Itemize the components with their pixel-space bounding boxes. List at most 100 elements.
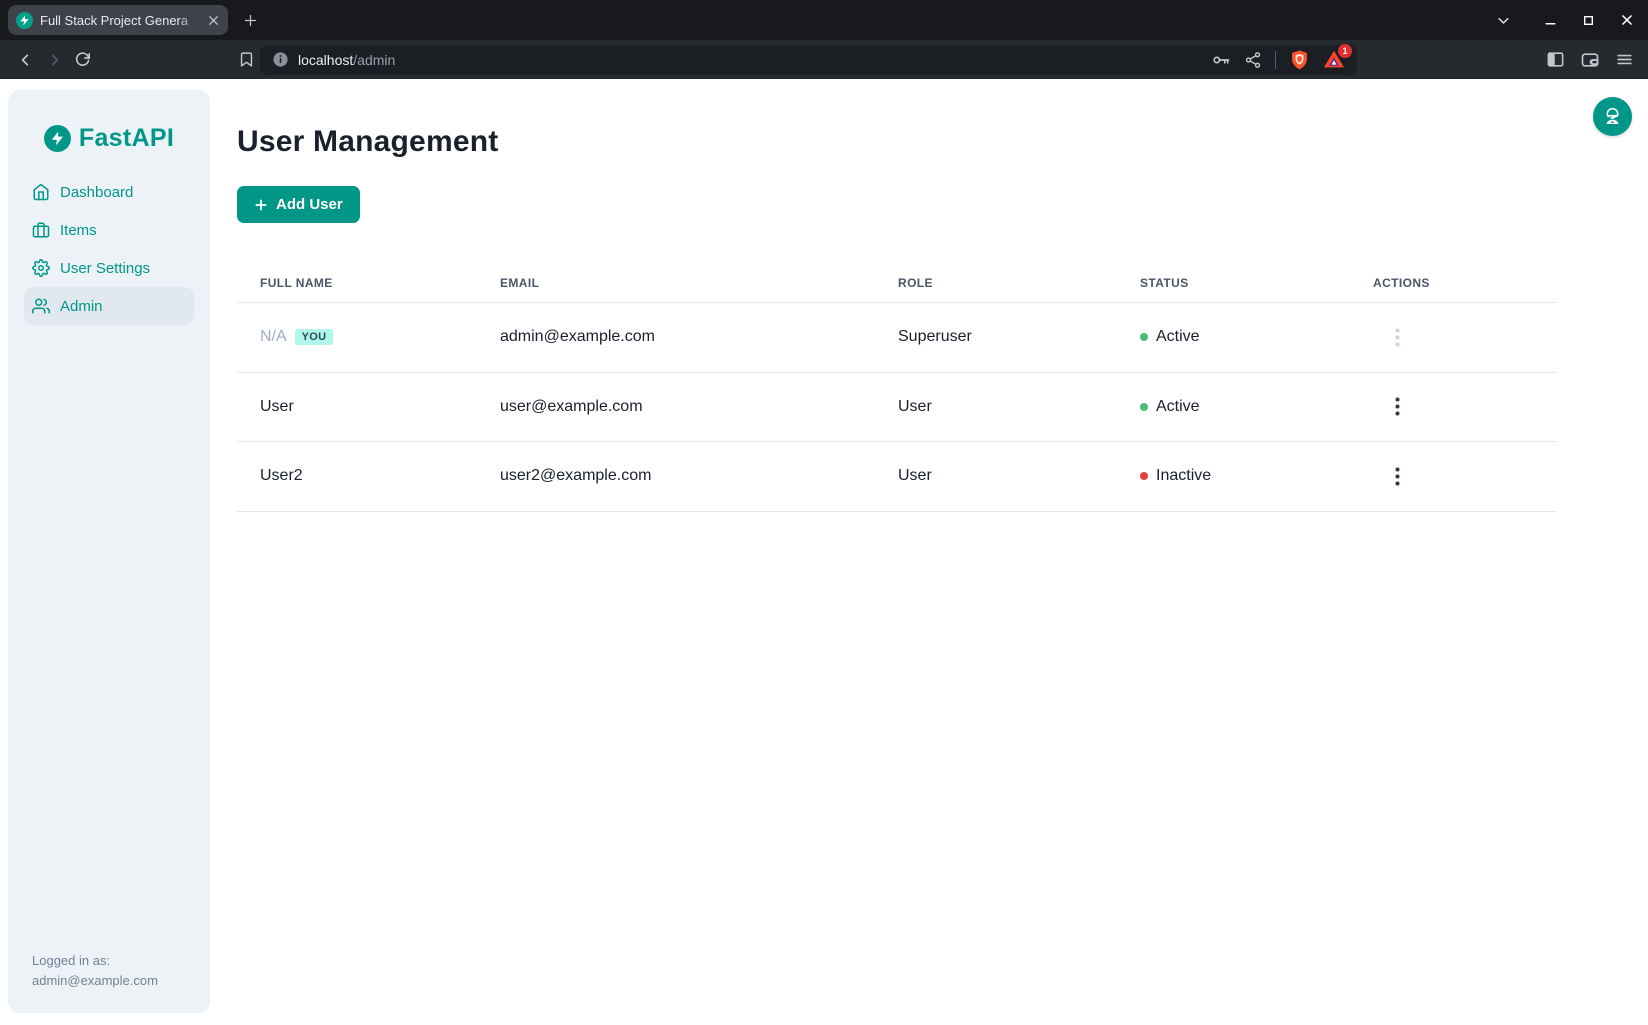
cell-role: User — [875, 398, 1117, 416]
page-content: FastAPI Dashboard Items User Settings Admin… — [0, 79, 1648, 1025]
cell-email: user@example.com — [477, 398, 875, 416]
row-actions-menu-icon — [1391, 324, 1404, 351]
cell-role: Superuser — [875, 328, 1117, 346]
fastapi-bolt-icon — [44, 125, 71, 152]
url-text: localhost/admin — [298, 52, 395, 68]
table-body: N/A YOU admin@example.comSuperuser Active Us… — [237, 303, 1556, 512]
sidebar-nav: Dashboard Items User Settings Admin — [8, 173, 210, 325]
users-icon — [32, 297, 50, 315]
browser-tab[interactable]: Full Stack Project Genera — [8, 5, 228, 35]
sidebar-item-dashboard[interactable]: Dashboard — [24, 173, 194, 211]
home-icon — [32, 183, 50, 201]
cell-actions — [1350, 324, 1556, 351]
status-dot-icon — [1140, 403, 1148, 411]
cell-full-name: User — [237, 398, 477, 416]
status-dot-icon — [1140, 472, 1148, 480]
status-value: Inactive — [1156, 467, 1211, 485]
reload-icon[interactable] — [68, 46, 96, 74]
sidebar-item-label: Admin — [60, 298, 103, 315]
add-user-button[interactable]: Add User — [237, 186, 360, 223]
status-value: Active — [1156, 398, 1200, 416]
cell-full-name: User2 — [237, 467, 477, 485]
cell-email: admin@example.com — [477, 328, 875, 346]
cell-role: User — [875, 467, 1117, 485]
cell-email: user2@example.com — [477, 467, 875, 485]
add-user-label: Add User — [276, 196, 343, 213]
logged-in-label: Logged in as: — [32, 951, 158, 971]
cell-actions — [1350, 393, 1556, 420]
share-icon[interactable] — [1244, 51, 1262, 69]
cell-full-name: N/A YOU — [237, 328, 477, 346]
close-window-icon[interactable] — [1620, 13, 1634, 27]
minimize-icon[interactable] — [1544, 14, 1557, 27]
bookmark-icon[interactable] — [232, 46, 260, 74]
rewards-notification-badge: 1 — [1338, 44, 1352, 58]
address-bar-actions: 1 — [1211, 49, 1345, 71]
cell-status: Active — [1117, 328, 1350, 346]
cell-status: Active — [1117, 398, 1350, 416]
sidebar-item-admin[interactable]: Admin — [24, 287, 194, 325]
fastapi-logo: FastAPI — [8, 124, 210, 153]
full-name-value: User2 — [260, 467, 303, 485]
table-header-row: FULL NAMEEMAILROLESTATUSACTIONS — [237, 263, 1556, 303]
tab-search-icon[interactable] — [1496, 13, 1511, 28]
users-table: FULL NAMEEMAILROLESTATUSACTIONS N/A YOU ad… — [237, 263, 1556, 512]
status-dot-icon — [1140, 333, 1148, 341]
full-name-value: User — [260, 398, 294, 416]
browser-toolbar: localhost/admin 1 — [0, 40, 1648, 79]
address-bar-separator — [1275, 51, 1276, 69]
menu-icon[interactable] — [1615, 50, 1634, 69]
sidebar-item-label: User Settings — [60, 260, 150, 277]
sidebar-item-items[interactable]: Items — [24, 211, 194, 249]
toolbar-right-actions — [1546, 50, 1636, 70]
column-header-email: EMAIL — [477, 276, 875, 290]
url-path: /admin — [353, 52, 395, 68]
tab-strip: Full Stack Project Genera — [0, 0, 1648, 40]
back-icon[interactable] — [12, 46, 40, 74]
logged-in-email: admin@example.com — [32, 971, 158, 991]
table-row: User2 user2@example.comUser Inactive — [237, 442, 1556, 512]
site-info-icon[interactable] — [272, 51, 289, 68]
user-astronaut-icon — [1602, 106, 1623, 127]
password-key-icon[interactable] — [1211, 50, 1231, 70]
table-row: Useruser@example.comUserActive — [237, 373, 1556, 443]
new-tab-icon[interactable] — [243, 13, 258, 28]
url-host: localhost — [298, 52, 353, 68]
sidebar-panel-icon[interactable] — [1546, 50, 1565, 69]
wallet-icon[interactable] — [1580, 50, 1600, 70]
sidebar: FastAPI Dashboard Items User Settings Admin… — [8, 90, 210, 1013]
window-controls — [1496, 0, 1634, 40]
table-row: N/A YOU admin@example.comSuperuser Active — [237, 303, 1556, 373]
row-actions-menu-icon[interactable] — [1391, 463, 1404, 490]
maximize-icon[interactable] — [1582, 14, 1595, 27]
status-value: Active — [1156, 328, 1200, 346]
forward-icon[interactable] — [40, 46, 68, 74]
address-bar[interactable]: localhost/admin 1 — [260, 45, 1357, 75]
page-title: User Management — [237, 125, 1648, 159]
column-header-actions: ACTIONS — [1350, 276, 1556, 290]
brave-rewards-icon[interactable]: 1 — [1323, 49, 1345, 71]
tab-close-icon[interactable] — [207, 14, 220, 27]
sidebar-item-label: Dashboard — [60, 184, 133, 201]
browser-window: Full Stack Project Genera — [0, 0, 1648, 1025]
briefcase-icon — [32, 221, 50, 239]
brave-shield-icon[interactable] — [1289, 49, 1310, 70]
sidebar-footer: Logged in as: admin@example.com — [32, 951, 158, 991]
main-area: User Management Add User FULL NAMEEMAILR… — [210, 79, 1648, 1025]
tab-title: Full Stack Project Genera — [40, 13, 200, 28]
plus-icon — [254, 198, 268, 212]
column-header-role: ROLE — [875, 276, 1117, 290]
fastapi-logo-text: FastAPI — [79, 124, 174, 153]
column-header-full-name: FULL NAME — [237, 276, 477, 290]
settings-icon — [32, 259, 50, 277]
sidebar-item-label: Items — [60, 222, 97, 239]
cell-actions — [1350, 463, 1556, 490]
column-header-status: STATUS — [1117, 276, 1350, 290]
row-actions-menu-icon[interactable] — [1391, 393, 1404, 420]
you-badge: YOU — [295, 329, 334, 345]
full-name-value: N/A — [260, 328, 287, 346]
sidebar-item-user-settings[interactable]: User Settings — [24, 249, 194, 287]
cell-status: Inactive — [1117, 467, 1350, 485]
user-menu-button[interactable] — [1593, 97, 1632, 136]
fastapi-favicon-icon — [16, 12, 33, 29]
